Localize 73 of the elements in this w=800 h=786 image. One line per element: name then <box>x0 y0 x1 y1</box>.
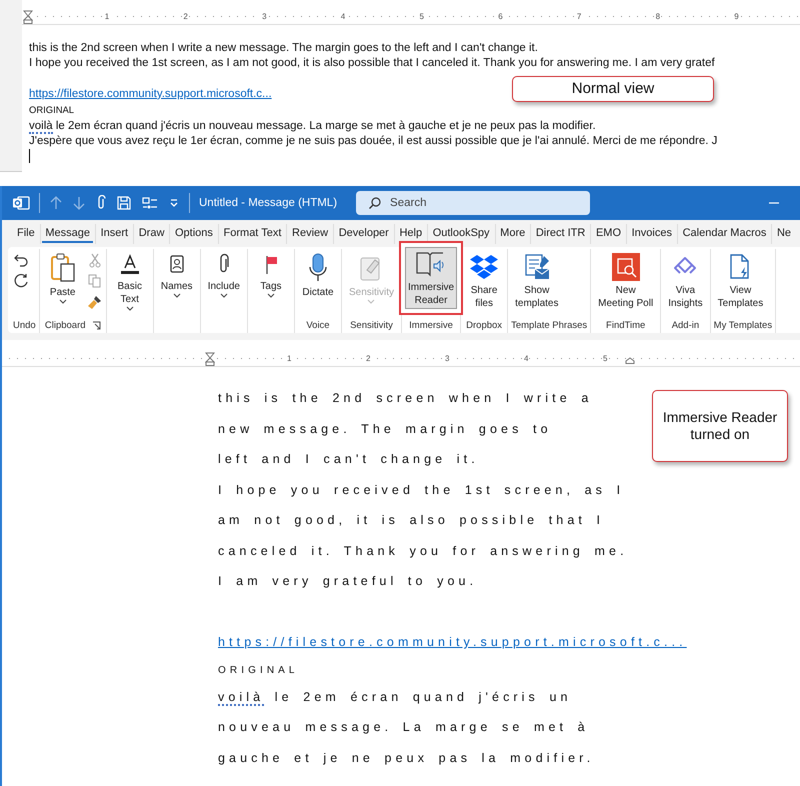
ribbon-tab[interactable]: Insert <box>98 224 132 242</box>
ribbon-tab[interactable]: EMO <box>592 224 624 242</box>
ribbon-tab[interactable]: Calendar Macros <box>680 224 770 242</box>
ribbon-button[interactable]: Basic Text <box>110 249 150 315</box>
ribbon-button[interactable]: Dictate <box>298 249 338 315</box>
ribbon-button[interactable]: Immersive Reader <box>398 241 464 315</box>
body-text: I am very grateful to you. <box>218 574 478 588</box>
ribbon-tab[interactable]: Review <box>289 224 332 242</box>
ribbon-tab[interactable]: Help <box>396 224 426 242</box>
redo-icon[interactable] <box>13 273 29 289</box>
group-label: My Templates <box>714 320 772 331</box>
body-text: new message. The margin goes to <box>218 422 552 436</box>
ribbon-button[interactable]: Paste <box>42 249 83 315</box>
ribbon-tab[interactable]: More <box>497 224 528 242</box>
group-label: Voice <box>306 320 330 331</box>
body-text: voilà le 2em écran quand j'écris un <box>218 690 572 706</box>
group-label: Immersive <box>409 320 453 331</box>
indent-marker-icon[interactable] <box>205 352 215 366</box>
body-text: left and I can't change it. <box>218 452 479 466</box>
body-text: this is the 2nd screen when I write a <box>218 391 592 405</box>
paintbrush-icon[interactable] <box>86 294 103 310</box>
ribbon-button[interactable]: Include <box>204 249 244 315</box>
body-text: nouveau message. La marge se met à <box>218 720 589 734</box>
ribbon-button[interactable]: New Meeting Poll <box>594 249 658 315</box>
body-text: J'espère que vous avez reçu le 1er écran, comme je ne suis pas douée, il est aussi possible que je l'ai annulé. Merci de me répondre. J <box>29 135 718 148</box>
body-text: I hope you received the 1st screen, as I <box>218 482 624 496</box>
group-label: Undo <box>13 320 36 331</box>
original-label: ORIGINAL <box>218 664 299 676</box>
ribbon-button[interactable]: Show templates <box>511 249 562 315</box>
group-label: Add-in <box>672 320 700 331</box>
ribbon-button[interactable]: Tags <box>250 249 291 315</box>
callout-annotation: Normal view <box>512 76 714 102</box>
ribbon-tab[interactable]: File <box>14 224 38 242</box>
ribbon-tab[interactable]: Message <box>42 224 93 242</box>
ribbon-tab[interactable]: Options <box>172 224 216 242</box>
group-label: Clipboard <box>44 320 86 331</box>
window-title: Untitled - Message (HTML) <box>199 197 338 209</box>
text-cursor <box>29 149 30 164</box>
right-indent-marker-icon[interactable] <box>625 357 635 364</box>
ribbon-tab[interactable]: Ne <box>774 224 794 242</box>
ribbon-tab[interactable]: Draw <box>136 224 168 242</box>
body-text: am not good, it is also possible that I <box>218 513 604 527</box>
body-text: canceled it. Thank you for answering me. <box>218 544 628 558</box>
body-text: this is the 2nd screen when I write a new message. The margin goes to the left and I can't change it. <box>29 42 538 54</box>
ribbon-tab[interactable]: Developer <box>336 224 392 242</box>
ribbon-button[interactable]: Names <box>156 249 197 315</box>
search-icon <box>368 196 382 210</box>
mail-app-icon[interactable] <box>12 195 30 211</box>
body-text: gauche et je ne peux pas la modifier. <box>218 750 594 764</box>
ribbon-tab[interactable]: Format Text <box>220 224 284 242</box>
save-icon[interactable] <box>116 195 132 211</box>
ribbon-tab[interactable]: Invoices <box>628 224 675 242</box>
hyperlink[interactable]: https://filestore.community.support.microsoft.c... <box>29 88 272 100</box>
group-label: Sensitivity <box>350 320 393 331</box>
box-stack-icon <box>468 252 500 282</box>
ribbon-button[interactable]: Share files <box>464 249 504 315</box>
ribbon-tab[interactable]: Direct ITR <box>532 224 588 242</box>
indent-marker-icon[interactable] <box>23 10 33 24</box>
body-text: I hope you received the 1st screen, as I am not good, it is also possible that I canceled it. Thank you for answering me. I am very gratef <box>29 57 715 70</box>
hyperlink[interactable]: https://filestore.community.support.microsoft.c... <box>218 635 687 649</box>
calendar-search-icon <box>610 252 641 282</box>
group-label: Template Phrases <box>511 320 588 331</box>
group-label: Dropbox <box>466 320 502 331</box>
group-label: FindTime <box>606 320 646 331</box>
body-text: voilà le 2em écran quand j'écris un nouveau message. La marge se met à gauche et je ne peux pas la modifier. <box>29 120 596 134</box>
ribbon-button[interactable]: Viva Insights <box>664 249 707 315</box>
search-field[interactable]: Search <box>356 191 590 215</box>
undo-icon[interactable] <box>13 252 29 268</box>
ribbon-tab[interactable]: OutlookSpy <box>430 224 493 242</box>
original-label: ORIGINAL <box>29 104 74 116</box>
ribbon-button[interactable]: View Templates <box>714 249 768 315</box>
callout-annotation: Immersive Reader turned on <box>652 390 788 462</box>
dialog-launcher-icon[interactable] <box>92 321 101 330</box>
